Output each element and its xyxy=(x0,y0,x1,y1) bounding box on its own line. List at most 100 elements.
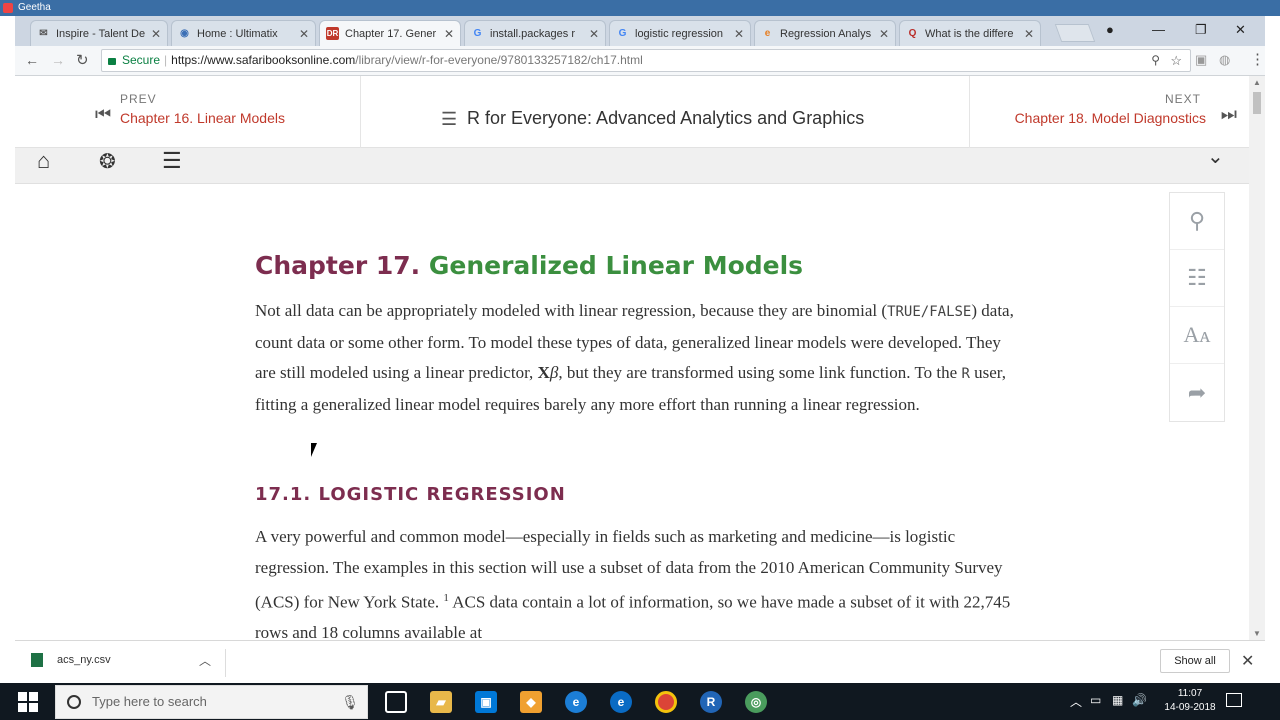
tab-logistic-regression[interactable]: G logistic regression ✕ xyxy=(609,20,751,46)
mail-icon: ✉ xyxy=(39,28,48,39)
chevron-up-icon[interactable]: ︿ xyxy=(1070,693,1082,710)
tab-quora[interactable]: Q What is the differe ✕ xyxy=(899,20,1041,46)
close-icon[interactable]: ✕ xyxy=(879,27,889,41)
clock[interactable]: 11:07 14-09-2018 xyxy=(1158,687,1222,715)
close-window-icon[interactable]: ✕ xyxy=(1235,22,1246,38)
address-bar-row: ← → ↻ Secure | https://www.safaribooksonli… xyxy=(15,46,1265,76)
r-icon[interactable]: R xyxy=(700,691,722,713)
edureka-icon: e xyxy=(764,28,771,39)
edge-icon[interactable]: e xyxy=(610,691,632,713)
download-item[interactable]: acs_ny.csv xyxy=(31,653,111,667)
task-view-icon[interactable] xyxy=(385,691,407,713)
toc-list-icon[interactable]: ☰ xyxy=(441,109,457,130)
download-filename: acs_ny.csv xyxy=(57,653,111,666)
chevron-up-icon[interactable]: ︿ xyxy=(199,652,211,669)
page-content: ⏮ PREV Chapter 16. Linear Models ☰ R for… xyxy=(15,76,1249,640)
tab-strip: ✉ Inspire - Talent De ✕ ◉ Home : Ultimat… xyxy=(15,16,1265,46)
chapter-number: Chapter 17. xyxy=(255,251,421,280)
show-all-button[interactable]: Show all xyxy=(1160,649,1230,673)
url-input[interactable]: Secure | https://www.safaribooksonline.com… xyxy=(101,49,1191,72)
zoom-icon[interactable]: ⚲ xyxy=(1151,50,1160,71)
back-icon[interactable]: ← xyxy=(25,52,39,68)
profile-icon[interactable]: ● xyxy=(1106,22,1114,37)
network-icon[interactable]: ▦ xyxy=(1112,693,1123,707)
close-icon[interactable]: ✕ xyxy=(1024,27,1034,41)
mouse-cursor xyxy=(311,443,323,457)
next-chapter-link[interactable]: NEXT Chapter 18. Model Diagnostics ⏭ xyxy=(969,76,1249,148)
page-scrollbar[interactable]: ▲ ▼ xyxy=(1249,76,1265,640)
annotations-icon[interactable]: ☷ xyxy=(1170,250,1224,307)
scroll-down-icon[interactable]: ▼ xyxy=(1253,629,1261,638)
tab-install-packages[interactable]: G install.packages r ✕ xyxy=(464,20,606,46)
prev-chapter-title[interactable]: Chapter 16. Linear Models xyxy=(120,110,285,126)
home-icon[interactable]: ⌂ xyxy=(37,148,50,174)
menu-icon[interactable]: ⋮ xyxy=(1250,50,1265,68)
toc-icon[interactable]: ☰ xyxy=(162,148,182,174)
tab-chapter-17[interactable]: DR Chapter 17. Gener ✕ xyxy=(319,20,461,46)
url-path: /library/view/r-for-everyone/97801332571… xyxy=(355,53,643,67)
prev-chapter-link[interactable]: ⏮ PREV Chapter 16. Linear Models xyxy=(15,76,361,148)
close-icon[interactable]: ✕ xyxy=(151,27,161,41)
font-size-icon[interactable]: Aᴀ xyxy=(1170,307,1224,364)
restore-icon[interactable]: ❐ xyxy=(1195,22,1207,38)
scroll-up-icon[interactable]: ▲ xyxy=(1253,78,1261,87)
section-paragraph: A very powerful and common model—especia… xyxy=(255,527,1011,640)
highlights-icon[interactable]: ❂ xyxy=(99,149,116,174)
close-icon[interactable]: ✕ xyxy=(734,27,744,41)
downloads-bar: acs_ny.csv ︿ Show all ✕ xyxy=(15,640,1265,683)
divider xyxy=(225,649,226,677)
safari-books-icon: DR xyxy=(326,27,339,40)
extension-icon-2[interactable]: ◍ xyxy=(1219,52,1230,68)
file-explorer-icon[interactable]: ▰ xyxy=(430,691,452,713)
close-icon[interactable]: ✕ xyxy=(589,27,599,41)
ie-icon[interactable]: e xyxy=(565,691,587,713)
scroll-thumb[interactable] xyxy=(1253,92,1261,114)
minimize-icon[interactable]: — xyxy=(1152,22,1165,37)
close-icon[interactable]: ✕ xyxy=(299,27,309,41)
battery-icon[interactable]: ▭ xyxy=(1090,693,1101,707)
book-title[interactable]: R for Everyone: Advanced Analytics and G… xyxy=(467,108,864,129)
taskbar: Type here to search 🎙 ▰ ▣ ◆ e e R ◎ ︿ ▭ … xyxy=(0,683,1280,720)
tab-ultimatix[interactable]: ◉ Home : Ultimatix ✕ xyxy=(171,20,316,46)
google-icon: G xyxy=(473,28,482,39)
close-icon[interactable]: ✕ xyxy=(1241,651,1254,671)
mic-icon[interactable]: 🎙 xyxy=(341,686,359,718)
code-r: R xyxy=(961,366,970,382)
notification-icon[interactable] xyxy=(1226,693,1242,707)
app-icon-orange[interactable]: ◆ xyxy=(520,691,542,713)
reload-icon[interactable]: ↻ xyxy=(76,51,89,69)
windows-start-icon[interactable] xyxy=(18,692,38,712)
window-title: Geetha xyxy=(18,2,51,13)
network-app-icon[interactable]: ◎ xyxy=(745,691,767,713)
google-icon: G xyxy=(618,28,627,39)
close-icon[interactable]: ✕ xyxy=(444,27,454,41)
next-chapter-title[interactable]: Chapter 18. Model Diagnostics xyxy=(1015,110,1206,126)
chevron-down-icon[interactable]: ⌄ xyxy=(1207,144,1224,169)
search-placeholder: Type here to search xyxy=(92,694,207,709)
extension-icon[interactable]: ▣ xyxy=(1195,52,1207,68)
clock-time: 11:07 xyxy=(1177,688,1203,699)
next-icon: ⏭ xyxy=(1220,104,1237,124)
url-host: https://www.safaribooksonline.com xyxy=(171,53,356,67)
chapter-nav: ⏮ PREV Chapter 16. Linear Models ☰ R for… xyxy=(15,76,1249,148)
store-icon[interactable]: ▣ xyxy=(475,691,497,713)
section-title: 17.1. LOGISTIC REGRESSION xyxy=(255,484,566,505)
chapter-name: Generalized Linear Models xyxy=(428,251,804,280)
lock-icon xyxy=(108,58,116,65)
secure-label: Secure xyxy=(122,53,161,67)
taskbar-search-input[interactable]: Type here to search 🎙 xyxy=(55,685,368,719)
new-tab-button[interactable] xyxy=(1054,24,1096,42)
prev-label: PREV xyxy=(120,92,157,106)
bookmark-star-icon[interactable]: ☆ xyxy=(1170,50,1182,71)
share-icon[interactable]: ➦ xyxy=(1170,364,1224,421)
forward-icon[interactable]: → xyxy=(51,52,65,68)
side-tools: ⚲ ☷ Aᴀ ➦ xyxy=(1169,192,1225,422)
chapter-title: Chapter 17. Generalized Linear Models xyxy=(255,251,803,280)
tab-inspire[interactable]: ✉ Inspire - Talent De ✕ xyxy=(30,20,168,46)
chrome-icon[interactable] xyxy=(655,691,677,713)
intro-paragraph: Not all data can be appropriately modele… xyxy=(255,301,1014,414)
tab-regression-analysis[interactable]: e Regression Analys ✕ xyxy=(754,20,896,46)
search-icon[interactable]: ⚲ xyxy=(1170,193,1224,250)
quora-icon: Q xyxy=(908,28,917,39)
volume-icon[interactable]: 🔊 xyxy=(1132,693,1147,707)
